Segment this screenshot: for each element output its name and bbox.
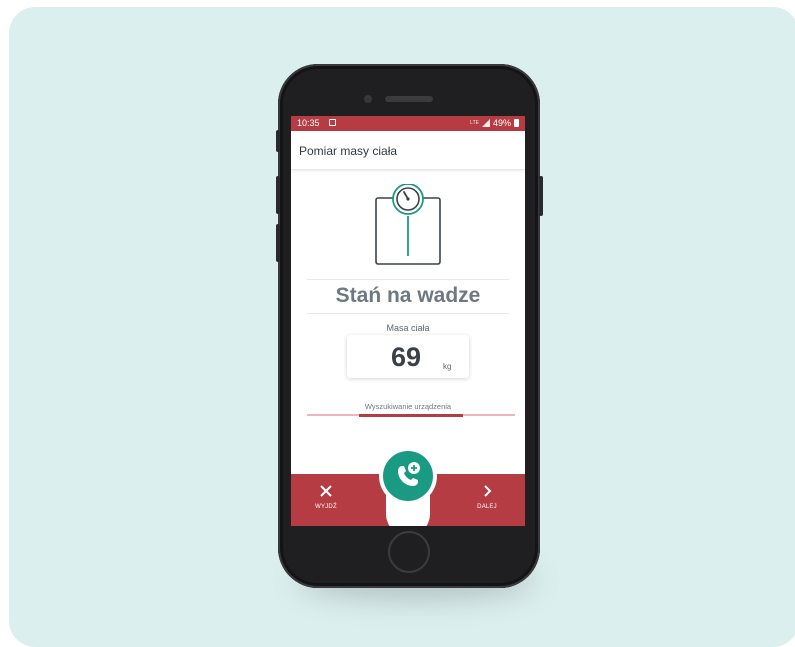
- phone-side-button: [276, 130, 280, 152]
- bathroom-scale-icon: [374, 183, 444, 273]
- phone-camera: [364, 95, 372, 103]
- search-status: Wyszukiwanie urządzenia: [364, 402, 452, 411]
- next-label: DALEJ: [477, 504, 497, 510]
- status-icons: LTE 49%: [470, 118, 519, 128]
- phone-power-button: [539, 176, 543, 216]
- page-title: Pomiar masy ciała: [299, 144, 398, 158]
- status-time: 10:35: [297, 118, 320, 128]
- divider-bottom: [307, 313, 509, 314]
- call-doctor-button[interactable]: [383, 451, 433, 501]
- notification-icon: [329, 119, 336, 126]
- phone-screen: 10:35 LTE 49% Pomiar masy ciała Stań na …: [291, 116, 525, 526]
- close-icon: [320, 485, 332, 497]
- mass-display: 69 kg: [347, 335, 469, 378]
- chevron-right-icon: [484, 485, 492, 497]
- mass-unit: kg: [443, 362, 452, 371]
- bottom-notch-stem: [401, 506, 415, 526]
- battery-percent: 49%: [492, 118, 511, 128]
- exit-button[interactable]: WYJDŹ: [311, 484, 341, 510]
- phone-volume-down-button: [276, 224, 280, 262]
- status-bar: 10:35 LTE 49%: [291, 116, 525, 131]
- instruction-heading: Stań na wadze: [335, 284, 481, 307]
- app-bar: Pomiar masy ciała: [291, 131, 525, 169]
- progress-fill: [359, 414, 463, 417]
- mass-label: Masa ciała: [386, 323, 430, 333]
- phone-plus-icon: [398, 462, 420, 486]
- divider-top: [307, 279, 509, 280]
- phone-home-button[interactable]: [388, 531, 430, 573]
- phone-speaker: [385, 96, 433, 102]
- network-type: LTE: [470, 119, 479, 126]
- phone-volume-up-button: [276, 176, 280, 214]
- mass-value: 69: [391, 342, 422, 372]
- signal-icon: [481, 119, 490, 127]
- battery-icon: [514, 119, 519, 127]
- exit-label: WYJDŹ: [315, 504, 337, 510]
- next-button[interactable]: DALEJ: [472, 484, 502, 510]
